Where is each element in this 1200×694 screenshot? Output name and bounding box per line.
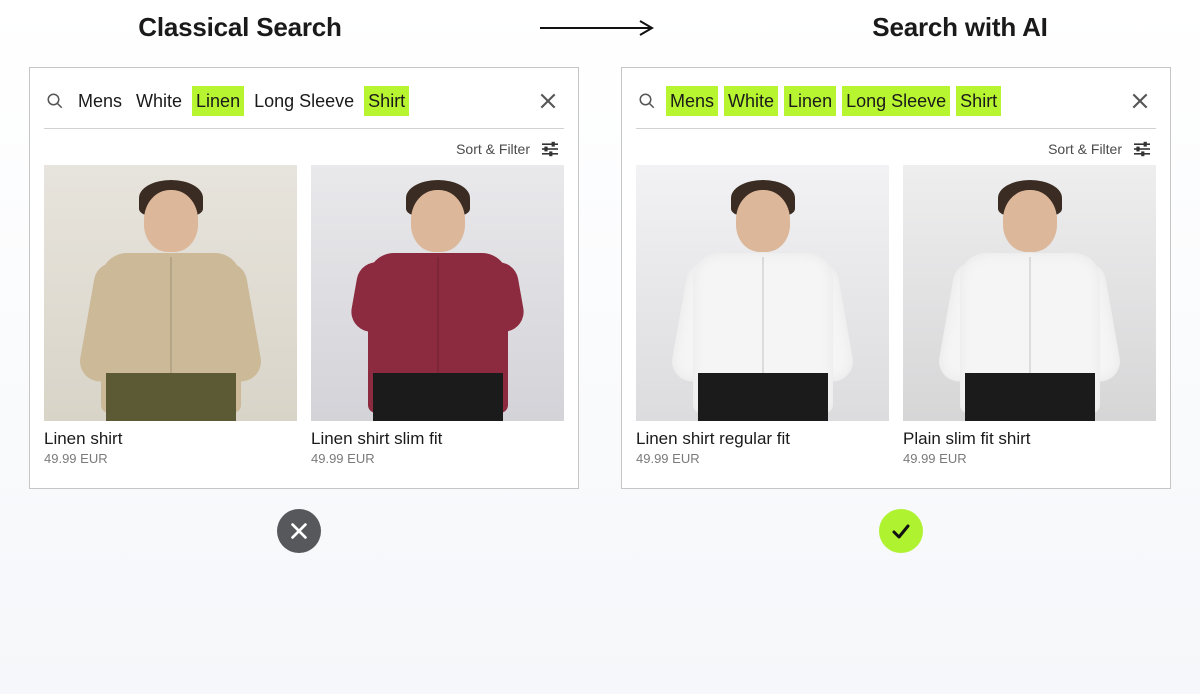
search-bar: Mens White Linen Long Sleeve Shirt bbox=[636, 80, 1156, 129]
product-price: 49.99 EUR bbox=[44, 451, 297, 466]
ai-search-panel: Mens White Linen Long Sleeve Shirt Sort … bbox=[621, 67, 1171, 489]
arrow-right-icon bbox=[540, 19, 660, 37]
product-title: Linen shirt bbox=[44, 429, 297, 449]
query-token: Mens bbox=[74, 86, 126, 116]
query-token-highlight: Mens bbox=[666, 86, 718, 116]
product-image bbox=[636, 165, 889, 421]
fail-badge bbox=[277, 509, 321, 553]
product-card[interactable]: Linen shirt 49.99 EUR bbox=[44, 165, 297, 466]
query-token: Long Sleeve bbox=[250, 86, 358, 116]
product-image bbox=[903, 165, 1156, 421]
search-bar: Mens White Linen Long Sleeve Shirt bbox=[44, 80, 564, 129]
sliders-icon[interactable] bbox=[540, 141, 560, 157]
heading-ai: Search with AI bbox=[720, 12, 1200, 43]
search-icon bbox=[638, 92, 656, 110]
query-token-highlight: Long Sleeve bbox=[842, 86, 950, 116]
query-token: White bbox=[132, 86, 186, 116]
product-price: 49.99 EUR bbox=[311, 451, 564, 466]
product-title: Linen shirt regular fit bbox=[636, 429, 889, 449]
search-query-ai[interactable]: Mens White Linen Long Sleeve Shirt bbox=[666, 86, 1116, 116]
product-card[interactable]: Plain slim fit shirt 49.99 EUR bbox=[903, 165, 1156, 466]
sort-filter-label[interactable]: Sort & Filter bbox=[456, 141, 530, 157]
query-token-highlight: Shirt bbox=[364, 86, 409, 116]
query-token-highlight: Linen bbox=[784, 86, 836, 116]
heading-classical: Classical Search bbox=[0, 12, 480, 43]
product-image bbox=[44, 165, 297, 421]
query-token-highlight: Shirt bbox=[956, 86, 1001, 116]
clear-search-button[interactable] bbox=[534, 87, 562, 115]
product-image bbox=[311, 165, 564, 421]
product-title: Linen shirt slim fit bbox=[311, 429, 564, 449]
query-token-highlight: Linen bbox=[192, 86, 244, 116]
classical-search-panel: Mens White Linen Long Sleeve Shirt Sort … bbox=[29, 67, 579, 489]
search-query-classical[interactable]: Mens White Linen Long Sleeve Shirt bbox=[74, 86, 524, 116]
product-card[interactable]: Linen shirt regular fit 49.99 EUR bbox=[636, 165, 889, 466]
product-price: 49.99 EUR bbox=[903, 451, 1156, 466]
product-price: 49.99 EUR bbox=[636, 451, 889, 466]
product-title: Plain slim fit shirt bbox=[903, 429, 1156, 449]
product-card[interactable]: Linen shirt slim fit 49.99 EUR bbox=[311, 165, 564, 466]
sliders-icon[interactable] bbox=[1132, 141, 1152, 157]
pass-badge bbox=[879, 509, 923, 553]
query-token-highlight: White bbox=[724, 86, 778, 116]
clear-search-button[interactable] bbox=[1126, 87, 1154, 115]
sort-filter-label[interactable]: Sort & Filter bbox=[1048, 141, 1122, 157]
search-icon bbox=[46, 92, 64, 110]
